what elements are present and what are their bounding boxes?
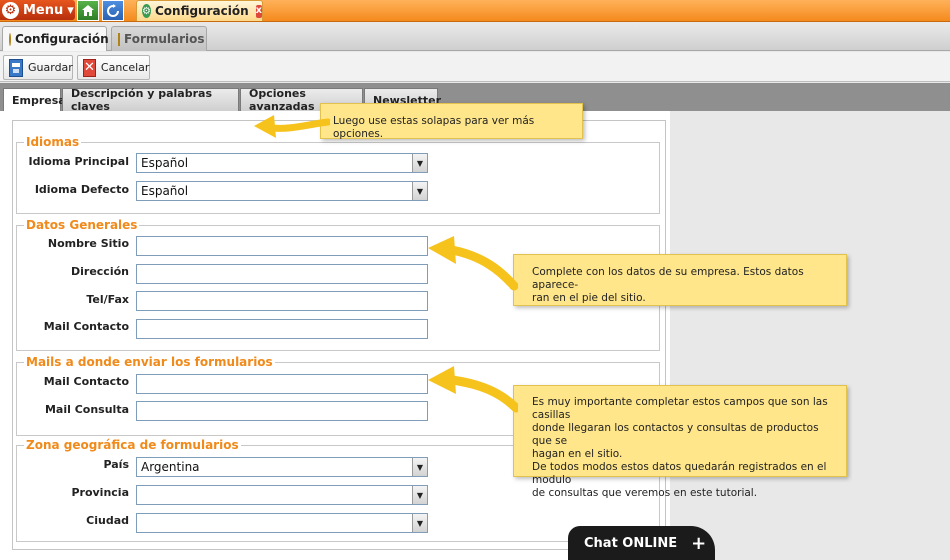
input-mail-consulta[interactable] xyxy=(136,401,428,421)
select-idioma-defecto-value: Español xyxy=(141,184,189,198)
tooltip-mails-formularios: Es muy importante completar estos campos… xyxy=(513,385,847,499)
settings-icon: ⚙ xyxy=(142,4,151,18)
settings-icon xyxy=(9,32,11,46)
close-icon[interactable]: x xyxy=(255,4,263,18)
tooltip-datos-line: ran en el pie del sitio. xyxy=(532,292,646,304)
legend-idiomas: Idiomas xyxy=(24,135,82,149)
menu-label: Menu xyxy=(23,2,64,18)
tab-configuracion-label: Configuración xyxy=(15,32,109,46)
select-idioma-principal-value: Español xyxy=(141,156,189,170)
tooltip-mails-line: De todos modos estos datos quedarán regi… xyxy=(532,461,827,486)
select-ciudad[interactable]: ▼ xyxy=(136,513,428,533)
plus-icon: + xyxy=(691,532,707,554)
cross-icon: ✕ xyxy=(83,58,96,77)
dropdown-arrow-icon: ▼ xyxy=(412,486,427,504)
home-icon xyxy=(82,5,94,16)
dropdown-arrow-icon: ▼ xyxy=(412,182,427,200)
select-idioma-defecto[interactable]: Español ▼ xyxy=(136,181,428,201)
label-provincia: Provincia xyxy=(71,486,129,499)
menu-button[interactable]: ⚙ Menu ▾ xyxy=(0,0,75,20)
tab-formularios[interactable]: Formularios xyxy=(111,26,207,51)
input-mails-contacto[interactable] xyxy=(136,374,428,394)
tab-configuracion[interactable]: Configuración xyxy=(2,26,109,51)
toolbar: Guardar ✕ Cancelar xyxy=(0,52,950,82)
refresh-icon xyxy=(107,3,119,17)
tab-empresa[interactable]: Empresa xyxy=(3,88,66,112)
tooltip-mails-line: Es muy importante completar estos campos… xyxy=(532,396,828,421)
input-tel-fax[interactable] xyxy=(136,291,428,311)
cancel-label: Cancelar xyxy=(100,61,150,74)
tab-formularios-label: Formularios xyxy=(124,32,205,46)
dropdown-arrow-icon: ▼ xyxy=(412,514,427,532)
dropdown-arrow-icon: ▼ xyxy=(412,154,427,172)
tooltip-mails-line: donde llegaran los contactos y consultas… xyxy=(532,422,819,447)
label-pais: País xyxy=(103,458,129,471)
legend-zona-geografica: Zona geográfica de formularios xyxy=(24,438,241,452)
legend-mails-formularios: Mails a donde enviar los formularios xyxy=(24,355,275,369)
cancel-button[interactable]: ✕ Cancelar xyxy=(77,55,150,80)
floppy-disk-icon xyxy=(9,58,23,77)
save-label: Guardar xyxy=(28,61,73,74)
input-nombre-sitio[interactable] xyxy=(136,236,428,256)
label-mails-contacto: Mail Contacto xyxy=(43,375,129,388)
arrow-icon xyxy=(428,236,518,291)
label-mail-contacto: Mail Contacto xyxy=(43,320,129,333)
chat-online-button[interactable]: Chat ONLINE + xyxy=(568,526,715,560)
chat-label: Chat ONLINE xyxy=(584,535,678,551)
form-icon xyxy=(118,32,120,46)
home-button[interactable] xyxy=(77,0,99,21)
tooltip-datos-line: Complete con los datos de su empresa. Es… xyxy=(532,266,804,291)
arrow-icon xyxy=(428,366,518,413)
tooltip-datos-generales: Complete con los datos de su empresa. Es… xyxy=(513,254,847,306)
label-direccion: Dirección xyxy=(71,265,129,278)
select-pais-value: Argentina xyxy=(141,460,200,474)
tooltip-mails-line: hagan en el sitio. xyxy=(532,448,623,460)
module-tab-bar: Configuración Formularios xyxy=(0,23,950,51)
gear-icon: ⚙ xyxy=(2,1,19,19)
input-mail-contacto[interactable] xyxy=(136,319,428,339)
tooltip-tabs-hint: Luego use estas solapas para ver más opc… xyxy=(320,103,583,140)
caret-down-icon: ▾ xyxy=(67,2,74,18)
select-pais[interactable]: Argentina ▼ xyxy=(136,457,428,477)
refresh-button[interactable] xyxy=(102,0,124,21)
label-idioma-principal: Idioma Principal xyxy=(28,155,129,168)
label-mail-consulta: Mail Consulta xyxy=(44,403,129,416)
window-tab-title: Configuración xyxy=(154,4,249,18)
arrow-icon xyxy=(254,115,330,138)
label-tel-fax: Tel/Fax xyxy=(86,293,129,306)
tooltip-tabs-text: Luego use estas solapas para ver más opc… xyxy=(333,115,535,140)
window-tab-configuracion[interactable]: ⚙ Configuración x xyxy=(136,0,263,21)
dropdown-arrow-icon: ▼ xyxy=(412,458,427,476)
label-nombre-sitio: Nombre Sitio xyxy=(47,237,129,250)
save-button[interactable]: Guardar xyxy=(3,55,73,80)
tooltip-mails-line: de consultas que veremos en este tutoria… xyxy=(532,487,758,499)
legend-datos-generales: Datos Generales xyxy=(24,218,140,232)
top-bar: ⚙ Menu ▾ ⚙ Configuración x xyxy=(0,0,950,22)
label-idioma-defecto: Idioma Defecto xyxy=(34,183,129,196)
input-direccion[interactable] xyxy=(136,264,428,284)
label-ciudad: Ciudad xyxy=(86,514,129,527)
tab-descripcion-palabras-claves[interactable]: Descripción y palabras claves xyxy=(62,87,239,113)
select-idioma-principal[interactable]: Español ▼ xyxy=(136,153,428,173)
select-provincia[interactable]: ▼ xyxy=(136,485,428,505)
